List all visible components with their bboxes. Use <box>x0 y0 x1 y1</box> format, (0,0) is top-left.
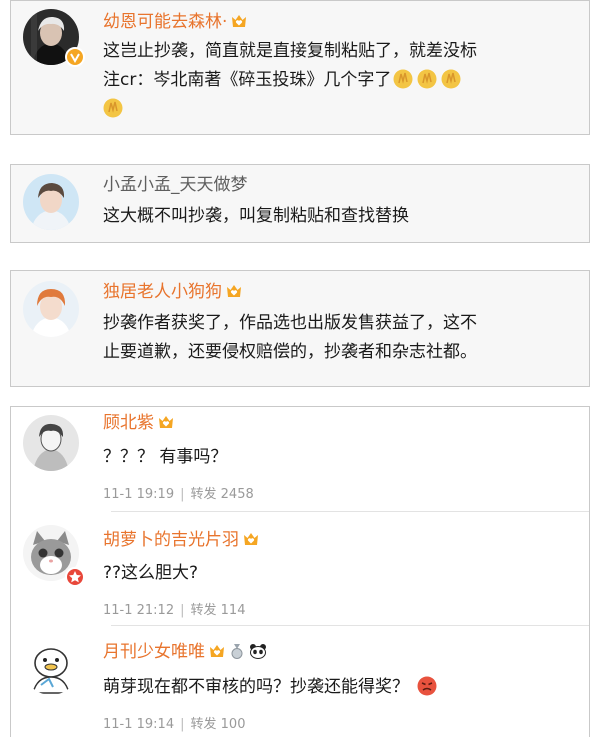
comment-text: ？？？ 有事吗？ <box>103 447 228 467</box>
clap-emoji-icon <box>103 98 123 118</box>
username[interactable]: 小孟小孟_天天做梦 <box>103 174 248 196</box>
comment-thread: 顾北紫 ？？？ 有事吗？ 11-1 19:19|转发 2458 胡萝卜的吉光 <box>10 406 590 737</box>
comment-meta: 11-1 21:12 | 转发 114 <box>103 603 246 618</box>
comment-text: ??这么胆大? <box>103 563 199 583</box>
repost-button[interactable]: 转发 2458 <box>191 487 254 502</box>
verified-v-icon <box>65 567 85 587</box>
timestamp: 11-1 19:19 <box>103 487 175 502</box>
repost-count: 100 <box>220 717 246 732</box>
panda-icon <box>249 644 267 659</box>
comment-text: 这岂止抄袭，简直就是直接复制粘贴了，就差没标 注cr：岑北南著《碎玉投珠》几个字… <box>103 37 583 124</box>
comment-meta: 11-1 19:14 | 转发 100 <box>103 717 246 732</box>
username[interactable]: 独居老人小狗狗 <box>103 281 242 303</box>
comment-text: 抄袭作者获奖了，作品选也出版发售获益了，这不 止要道歉，还要侵权赔偿的，抄袭者和… <box>103 313 477 362</box>
medal-icon <box>229 644 245 659</box>
comment-card: 小孟小孟_天天做梦 这大概不叫抄袭，叫复制粘贴和查找替换 <box>10 164 590 243</box>
username[interactable]: 胡萝卜的吉光片羽 <box>103 529 259 551</box>
timestamp: 11-1 19:14 <box>103 717 175 732</box>
divider <box>111 511 589 512</box>
username[interactable]: 月刊少女唯唯 <box>103 641 267 663</box>
clap-emoji-icon <box>441 69 461 89</box>
angry-face-emoji-icon <box>417 676 437 696</box>
username[interactable]: 幼恩可能去森林· <box>103 11 247 33</box>
avatar[interactable] <box>23 281 79 337</box>
crown-heart-badge-icon <box>226 284 242 299</box>
divider <box>111 625 589 626</box>
crown-heart-badge-icon <box>243 532 259 547</box>
crown-heart-badge-icon <box>231 14 247 29</box>
verified-v-icon <box>65 47 85 67</box>
avatar[interactable] <box>23 415 79 471</box>
thread-item: 月刊少女唯唯 萌芽现在都不审核的吗？抄袭还能得奖？ 11-1 19:14 | 转发 … <box>11 629 589 737</box>
timestamp: 11-1 21:12 <box>103 603 175 618</box>
clap-emoji-icon <box>417 69 437 89</box>
comment-text: 萌芽现在都不审核的吗？抄袭还能得奖？ <box>103 673 439 702</box>
comment-meta: 11-1 19:19 | 转发 2458 <box>103 487 254 502</box>
clap-emoji-icon <box>393 69 413 89</box>
crown-heart-badge-icon <box>209 644 225 659</box>
thread-item: 胡萝卜的吉光片羽 ??这么胆大? 11-1 21:12 | 转发 114 <box>11 515 589 621</box>
crown-heart-badge-icon <box>158 415 174 430</box>
comment-text: 这大概不叫抄袭，叫复制粘贴和查找替换 <box>103 206 409 226</box>
username[interactable]: 顾北紫 <box>103 412 174 434</box>
avatar[interactable] <box>23 639 79 695</box>
comment-card: 独居老人小狗狗 抄袭作者获奖了，作品选也出版发售获益了，这不 止要道歉，还要侵权… <box>10 270 590 387</box>
repost-count: 2458 <box>220 487 254 502</box>
repost-button[interactable]: 转发 100 <box>191 717 246 732</box>
repost-button[interactable]: 转发 114 <box>191 603 246 618</box>
avatar[interactable] <box>23 174 79 230</box>
repost-count: 114 <box>220 603 246 618</box>
thread-item: 顾北紫 ？？？ 有事吗？ 11-1 19:19 | 转发 2458 <box>11 407 589 507</box>
comment-card: 幼恩可能去森林· 这岂止抄袭，简直就是直接复制粘贴了，就差没标 注cr：岑北南著… <box>10 0 590 135</box>
